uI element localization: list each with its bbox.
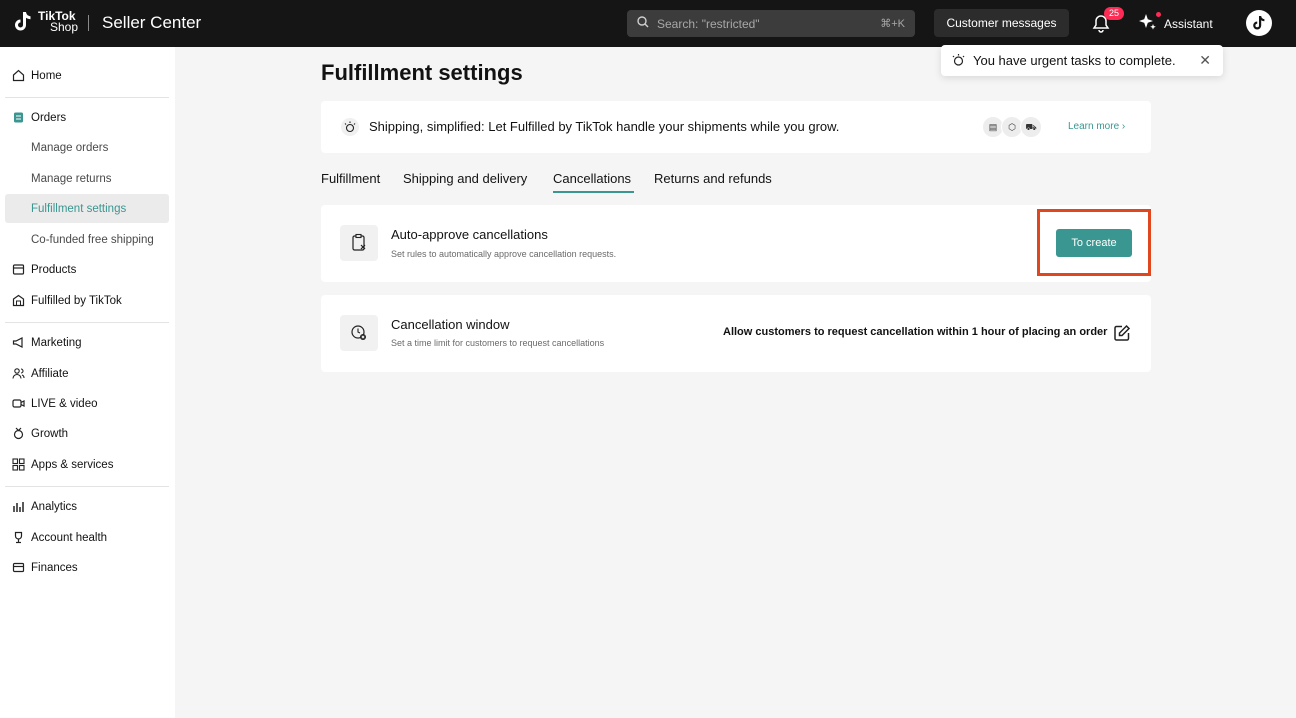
tab-returns-and-refunds[interactable]: Returns and refunds (654, 171, 772, 186)
search-icon (637, 16, 649, 31)
apps-icon (12, 458, 25, 471)
avatar[interactable] (1246, 10, 1272, 36)
search-placeholder: Search: "restricted" (657, 17, 760, 31)
products-icon (12, 263, 25, 276)
toast-text: You have urgent tasks to complete. (973, 53, 1176, 68)
sidebar-item-orders[interactable]: Orders (5, 103, 169, 132)
orders-icon (12, 111, 25, 124)
sidebar-item-products[interactable]: Products (5, 255, 169, 284)
close-icon[interactable]: ✕ (1199, 52, 1211, 69)
search-shortcut: ⌘+K (880, 18, 905, 30)
sparkle-icon (1138, 12, 1158, 35)
tab-active-indicator (553, 191, 634, 193)
to-create-button[interactable]: To create (1056, 229, 1132, 257)
auto-approve-title: Auto-approve cancellations (391, 227, 548, 242)
cancellation-window-value: Allow customers to request cancellation … (723, 326, 1108, 338)
notification-badge: 25 (1104, 7, 1124, 20)
trophy-icon (12, 531, 25, 544)
warehouse-icon (12, 294, 25, 307)
banner-bulb-icon (341, 118, 359, 136)
cancellation-window-title: Cancellation window (391, 317, 510, 332)
megaphone-icon (12, 336, 25, 349)
fbt-banner: Shipping, simplified: Let Fulfilled by T… (321, 101, 1151, 153)
sidebar-item-marketing[interactable]: Marketing (5, 328, 169, 357)
brand-line2: Shop (50, 20, 79, 34)
truck-icon: ⛟ (1020, 116, 1042, 138)
alert-bulb-icon (951, 53, 966, 71)
sidebar-item-home[interactable]: Home (5, 61, 169, 90)
customer-messages-button[interactable]: Customer messages (934, 9, 1069, 37)
home-icon (12, 69, 25, 82)
assistant-button[interactable]: Assistant (1138, 12, 1213, 34)
sidebar: Home Orders Manage orders Manage returns… (0, 47, 175, 718)
tab-fulfillment[interactable]: Fulfillment (321, 171, 380, 186)
sidebar-item-fulfilled-by-tiktok[interactable]: Fulfilled by TikTok (5, 286, 169, 315)
edit-icon[interactable] (1113, 324, 1131, 342)
cancellation-window-subtitle: Set a time limit for customers to reques… (391, 338, 605, 348)
sidebar-divider (5, 97, 169, 98)
sidebar-item-manage-returns[interactable]: Manage returns (5, 164, 169, 193)
people-icon (12, 367, 25, 380)
chart-icon (12, 500, 25, 513)
assistant-dot (1156, 12, 1161, 17)
app-title: Seller Center (102, 13, 202, 32)
sidebar-item-affiliate[interactable]: Affiliate (5, 359, 169, 388)
banner-badges: ▤ ⬡ ⛟ (982, 116, 1042, 138)
auto-approve-subtitle: Set rules to automatically approve cance… (391, 249, 617, 259)
banner-text: Shipping, simplified: Let Fulfilled by T… (369, 119, 840, 134)
logo-divider (88, 15, 89, 31)
page-title: Fulfillment settings (321, 60, 523, 85)
sidebar-item-finances[interactable]: Finances (5, 553, 169, 582)
urgent-tasks-toast: You have urgent tasks to complete. ✕ (941, 45, 1223, 76)
video-icon (12, 397, 25, 410)
top-bar: TikTok Shop Seller Center Search: "restr… (0, 0, 1296, 47)
clock-cancel-icon (340, 315, 378, 351)
sidebar-item-growth[interactable]: Growth (5, 419, 169, 448)
assistant-label: Assistant (1164, 17, 1213, 31)
sidebar-item-manage-orders[interactable]: Manage orders (5, 133, 169, 162)
wallet-icon (12, 561, 25, 574)
clipboard-cancel-icon (340, 225, 378, 261)
sidebar-item-co-funded-free-shipping[interactable]: Co-funded free shipping (5, 225, 169, 254)
sidebar-item-analytics[interactable]: Analytics (5, 492, 169, 521)
tiktok-shop-logo[interactable]: TikTok Shop (12, 10, 78, 34)
sidebar-item-fulfillment-settings[interactable]: Fulfillment settings (5, 194, 169, 223)
auto-approve-card: Auto-approve cancellations Set rules to … (321, 205, 1151, 282)
learn-more-link[interactable]: Learn more › (1068, 121, 1125, 132)
tab-shipping-and-delivery[interactable]: Shipping and delivery (403, 171, 527, 186)
search-input[interactable]: Search: "restricted" ⌘+K (627, 10, 915, 37)
sidebar-divider (5, 322, 169, 323)
sidebar-divider (5, 486, 169, 487)
sidebar-item-live-video[interactable]: LIVE & video (5, 389, 169, 418)
sidebar-item-apps-services[interactable]: Apps & services (5, 450, 169, 479)
tab-cancellations[interactable]: Cancellations (553, 171, 631, 186)
tiktok-logo-icon (12, 10, 34, 34)
medal-icon (12, 427, 25, 440)
sidebar-item-account-health[interactable]: Account health (5, 523, 169, 552)
